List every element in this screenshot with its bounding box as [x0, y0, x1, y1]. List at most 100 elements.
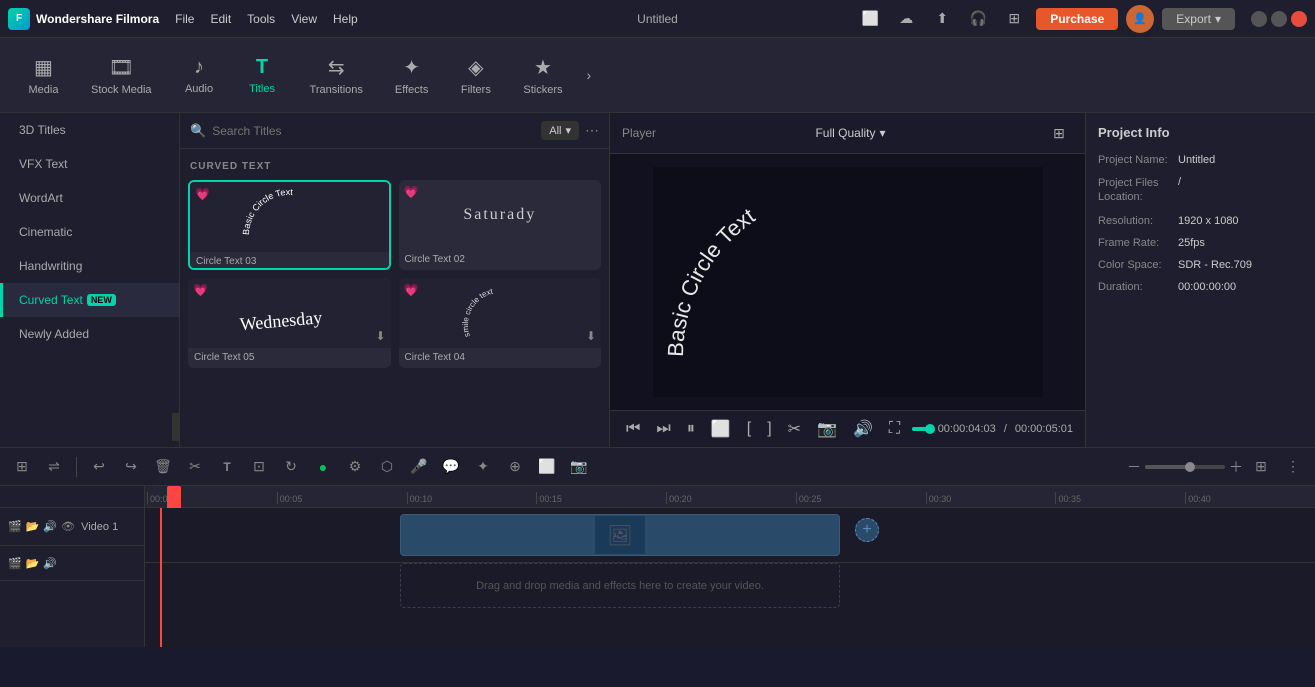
- text-button[interactable]: T: [213, 453, 241, 481]
- magnetic-button[interactable]: ⇌: [40, 453, 68, 481]
- zoom-slider[interactable]: [1145, 465, 1225, 469]
- sidebar-item-handwriting[interactable]: Handwriting: [0, 249, 179, 283]
- transitions-icon: ⇆: [328, 55, 345, 80]
- delete-button[interactable]: 🗑: [149, 453, 177, 481]
- layout-grid-button[interactable]: ⊞: [1247, 453, 1275, 481]
- undo-button[interactable]: ↩: [85, 453, 113, 481]
- titles-panel: 🔍 All ▾ ⋯ CURVED TEXT 💗: [180, 113, 610, 447]
- svg-text:Basic Circle Text: Basic Circle Text: [241, 186, 294, 234]
- mark-in-button[interactable]: [: [743, 418, 755, 440]
- toolbar-more-icon[interactable]: ›: [586, 67, 591, 83]
- panel-collapse-button[interactable]: ‹: [172, 413, 180, 441]
- zoom-in-button[interactable]: ＋: [1229, 457, 1243, 477]
- more-options-icon[interactable]: ⋯: [585, 122, 599, 139]
- toolbar-titles[interactable]: T Titles: [235, 52, 290, 99]
- sidebar-item-vfx-text[interactable]: VFX Text: [0, 147, 179, 181]
- layout-button[interactable]: ⬜: [707, 417, 735, 441]
- avatar[interactable]: 👤: [1126, 5, 1154, 33]
- ruler-mark-6: 00:25: [796, 492, 926, 504]
- track-audio-icon: 🎬: [8, 557, 22, 570]
- menu-tools[interactable]: Tools: [247, 12, 275, 26]
- project-info-title: Project Info: [1098, 125, 1303, 140]
- player-controls: ⏮ ⏭ ⏸ ⬜ [ ] ✂ 📷 🔊 ⛶ 00:00:04:03 / 00:00:…: [610, 410, 1085, 447]
- search-input[interactable]: [212, 124, 535, 138]
- audio-track: [145, 618, 1315, 647]
- track-header-video1: 🎬 📂 🔊 👁 Video 1: [0, 508, 144, 546]
- snapshot-button[interactable]: 📷: [813, 417, 841, 441]
- caption-button[interactable]: 💬: [437, 453, 465, 481]
- toolbar-audio[interactable]: ♪ Audio: [172, 52, 227, 99]
- title-card-label: Circle Text 05: [188, 348, 391, 367]
- expand-icon[interactable]: ⊞: [1045, 119, 1073, 147]
- menu-help[interactable]: Help: [333, 12, 358, 26]
- purchase-button[interactable]: Purchase: [1036, 8, 1118, 30]
- video-clip[interactable]: 🖼: [400, 514, 840, 556]
- headphone-icon[interactable]: 🎧: [964, 5, 992, 33]
- crop-button[interactable]: ⊡: [245, 453, 273, 481]
- skip-back-button[interactable]: ⏮: [622, 418, 644, 440]
- title-card-circle-text-03[interactable]: 💗 Basic Circle Text Circle Text 03: [188, 180, 391, 270]
- track-audio-folder-icon: 📂: [26, 557, 40, 570]
- top-bar-right: ⬜ ☁ ⬆ 🎧 ⊞ Purchase 👤 Export ▾ — ❐ ✕: [856, 5, 1307, 33]
- sidebar-item-newly-added[interactable]: Newly Added: [0, 317, 179, 351]
- toolbar-stickers[interactable]: ★ Stickers: [511, 51, 574, 100]
- redo-button[interactable]: ↪: [117, 453, 145, 481]
- zoom-thumb: [1185, 462, 1195, 472]
- title-card-preview: 💗 Basic Circle Text: [190, 182, 389, 252]
- add-clip-button[interactable]: +: [855, 518, 879, 542]
- settings-button[interactable]: ⚙: [341, 453, 369, 481]
- sidebar-item-3d-titles[interactable]: 3D Titles: [0, 113, 179, 147]
- zoom-out-button[interactable]: －: [1127, 457, 1141, 477]
- camera-button[interactable]: 📷: [565, 453, 593, 481]
- menu-view[interactable]: View: [291, 12, 317, 26]
- grid-icon[interactable]: ⊞: [1000, 5, 1028, 33]
- menu-edit[interactable]: Edit: [210, 12, 231, 26]
- progress-bar[interactable]: [912, 427, 930, 431]
- shield-button[interactable]: ⬡: [373, 453, 401, 481]
- favorite-icon: 💗: [195, 187, 210, 201]
- quality-select[interactable]: Full Quality ▾: [815, 126, 885, 140]
- cut-button[interactable]: ✂: [181, 453, 209, 481]
- fullscreen-button[interactable]: ⛶: [885, 418, 904, 440]
- title-card-circle-text-02[interactable]: 💗 Saturady Circle Text 02: [399, 180, 602, 270]
- title-card-circle-text-04[interactable]: 💗 smile circle text ⬇ Circle Text 04: [399, 278, 602, 368]
- toolbar-stock-media[interactable]: 🎞 Stock Media: [79, 51, 164, 100]
- toolbar-transitions[interactable]: ⇆ Transitions: [298, 51, 375, 100]
- title-card-circle-text-05[interactable]: 💗 Wednesday ⬇ Circle Text 05: [188, 278, 391, 368]
- menu-file[interactable]: File: [175, 12, 194, 26]
- split-view-button[interactable]: ⊞: [8, 453, 36, 481]
- step-back-button[interactable]: ⏭: [652, 418, 674, 440]
- sidebar-item-curved-text[interactable]: Curved Text NEW: [0, 283, 179, 317]
- maximize-button[interactable]: ❐: [1271, 11, 1287, 27]
- export-button[interactable]: Export ▾: [1162, 8, 1235, 30]
- track-video-icons: 🎬 📂 🔊 👁: [8, 520, 75, 533]
- layout-more-button[interactable]: ⋮: [1279, 453, 1307, 481]
- mic-button[interactable]: 🎤: [405, 453, 433, 481]
- sidebar-item-wordart[interactable]: WordArt: [0, 181, 179, 215]
- minimize-button[interactable]: —: [1251, 11, 1267, 27]
- green-circle-button[interactable]: ●: [309, 453, 337, 481]
- trim-button[interactable]: ✂: [784, 417, 805, 441]
- title-card-preview: 💗 smile circle text ⬇: [399, 278, 602, 348]
- play-pause-button[interactable]: ⏸: [683, 418, 699, 440]
- duration-row: Duration: 00:00:00:00: [1098, 281, 1303, 293]
- filter-dropdown[interactable]: All ▾: [541, 121, 579, 140]
- cloud-icon[interactable]: ☁: [892, 5, 920, 33]
- close-button[interactable]: ✕: [1291, 11, 1307, 27]
- quality-chevron-icon: ▾: [880, 126, 886, 140]
- curved-text-section: CURVED TEXT 💗 Basic Circle Text: [180, 149, 609, 447]
- toolbar-media[interactable]: ▦ Media: [16, 51, 71, 100]
- upload-icon[interactable]: ⬆: [928, 5, 956, 33]
- duration-value: 00:00:00:00: [1178, 281, 1236, 293]
- rotate-button[interactable]: ↻: [277, 453, 305, 481]
- frame-button[interactable]: ⬜: [533, 453, 561, 481]
- volume-button[interactable]: 🔊: [849, 417, 877, 441]
- badge-button[interactable]: ⊕: [501, 453, 529, 481]
- app-name: Wondershare Filmora: [36, 12, 159, 26]
- sidebar-item-cinematic[interactable]: Cinematic: [0, 215, 179, 249]
- mark-out-button[interactable]: ]: [763, 418, 775, 440]
- sparkle-button[interactable]: ✦: [469, 453, 497, 481]
- monitor-icon[interactable]: ⬜: [856, 5, 884, 33]
- toolbar-effects[interactable]: ✦ Effects: [383, 51, 440, 100]
- toolbar-filters[interactable]: ◈ Filters: [448, 51, 503, 100]
